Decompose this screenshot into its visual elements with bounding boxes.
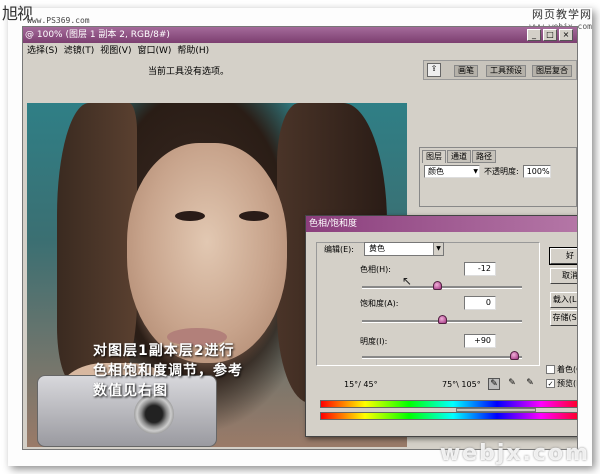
watermark-url: www.PS369.com bbox=[27, 16, 90, 25]
preview-label: 预览(P) bbox=[557, 379, 577, 388]
lightness-slider-thumb[interactable] bbox=[510, 351, 519, 360]
photo-eye-right bbox=[239, 211, 269, 221]
lightness-field[interactable]: +90 bbox=[464, 334, 496, 348]
menu-item-filter[interactable]: 滤镜(T) bbox=[64, 44, 95, 58]
preview-checkbox[interactable]: ✓ 预览(P) bbox=[546, 378, 577, 389]
layers-panel: 图层 通道 路径 颜色 ▼ 不透明度: 100% bbox=[419, 147, 577, 207]
tab-layers[interactable]: 图层 bbox=[422, 150, 446, 163]
canvas-caption: 对图层1副本层2进行 色相饱和度调节，参考 数值见右图 bbox=[93, 341, 243, 401]
minimize-button[interactable]: _ bbox=[527, 29, 541, 41]
hue-slider-thumb[interactable] bbox=[432, 281, 442, 290]
hue-field[interactable]: -12 bbox=[464, 262, 496, 276]
menu-item-view[interactable]: 视图(V) bbox=[100, 44, 131, 58]
eyedropper-plus-icon[interactable]: ✎ bbox=[506, 378, 518, 390]
tab-paths[interactable]: 路径 bbox=[472, 150, 496, 163]
tab-brushes[interactable]: 画笔 bbox=[454, 65, 478, 77]
layers-panel-tabs: 图层 通道 路径 bbox=[422, 150, 496, 163]
edit-range-value: 黄色 bbox=[369, 244, 385, 253]
photo-eye-left bbox=[175, 211, 205, 221]
menu-item-window[interactable]: 窗口(W) bbox=[137, 44, 171, 58]
save-button[interactable]: 存储(S)... bbox=[550, 310, 577, 326]
mouse-pointer-icon: ↖ bbox=[402, 274, 413, 288]
options-bar: 当前工具没有选项。 bbox=[23, 58, 423, 82]
chevron-down-icon: ▼ bbox=[433, 243, 443, 255]
caption-line-2: 色相饱和度调节，参考 bbox=[93, 363, 243, 379]
range-adjust-bar[interactable] bbox=[456, 408, 536, 412]
blend-mode-value: 颜色 bbox=[428, 167, 444, 176]
window-title: @ 100% (图层 1 副本 2, RGB/8#) bbox=[25, 30, 170, 40]
watermark-site-name: 网页教学网 bbox=[532, 8, 592, 21]
adjust-group-box bbox=[316, 242, 540, 366]
tab-channels[interactable]: 通道 bbox=[447, 150, 471, 163]
lightness-slider-track[interactable] bbox=[362, 356, 522, 359]
maximize-button[interactable]: □ bbox=[543, 29, 557, 41]
saturation-label: 饱和度(A): bbox=[360, 299, 399, 308]
hue-label: 色相(H): bbox=[360, 265, 391, 274]
caption-line-1: 对图层1副本层2进行 bbox=[93, 343, 235, 359]
window-titlebar: @ 100% (图层 1 副本 2, RGB/8#) _ □ × bbox=[23, 27, 577, 43]
saturation-slider-thumb[interactable] bbox=[438, 315, 447, 324]
edit-label: 编辑(E): bbox=[324, 245, 354, 254]
edit-range-select[interactable]: 黄色 ▼ bbox=[364, 242, 444, 256]
menu-item-select[interactable]: 选择(S) bbox=[27, 44, 58, 58]
opacity-label: 不透明度: bbox=[484, 167, 519, 176]
eyedropper-icon[interactable]: ✎ bbox=[488, 378, 500, 390]
range-left-readout: 15°/ 45° bbox=[344, 380, 378, 389]
palette-well: ⇪ 画笔 工具预设 图层复合 bbox=[423, 60, 577, 80]
colorize-checkbox-box[interactable] bbox=[546, 365, 555, 374]
lightness-label: 明度(I): bbox=[360, 337, 388, 346]
load-button[interactable]: 载入(L)... bbox=[550, 292, 577, 308]
cancel-button[interactable]: 取消 bbox=[550, 268, 577, 284]
palette-browser-icon[interactable]: ⇪ bbox=[427, 63, 441, 77]
dialog-titlebar: 色相/饱和度 × bbox=[306, 216, 577, 232]
window-controls: _ □ × bbox=[527, 29, 573, 41]
tab-layer-comps[interactable]: 图层复合 bbox=[532, 65, 572, 77]
eyedropper-minus-icon[interactable]: ✎ bbox=[524, 378, 536, 390]
colorize-label: 着色(O) bbox=[557, 365, 577, 374]
input-spectrum-bar bbox=[320, 400, 577, 408]
caption-line-3: 数值见右图 bbox=[93, 383, 168, 399]
opacity-field[interactable]: 100% bbox=[522, 165, 551, 178]
hue-slider-track[interactable] bbox=[362, 286, 522, 289]
preview-checkbox-box[interactable]: ✓ bbox=[546, 379, 555, 388]
options-message: 当前工具没有选项。 bbox=[148, 67, 230, 77]
ok-button[interactable]: 好 bbox=[549, 247, 577, 265]
menu-item-help[interactable]: 帮助(H) bbox=[177, 44, 209, 58]
tab-tool-presets[interactable]: 工具预设 bbox=[486, 65, 526, 77]
photoshop-window: @ 100% (图层 1 副本 2, RGB/8#) _ □ × 选择(S) 滤… bbox=[22, 26, 578, 450]
chevron-down-icon: ▼ bbox=[473, 168, 478, 175]
colorize-checkbox[interactable]: 着色(O) bbox=[546, 364, 577, 375]
layers-options-row: 颜色 ▼ 不透明度: 100% bbox=[424, 165, 551, 178]
hue-saturation-dialog: 色相/饱和度 × 编辑(E): 黄色 ▼ 色相(H): -12 ↖ 饱和度(A)… bbox=[305, 215, 577, 437]
dialog-title: 色相/饱和度 bbox=[309, 219, 358, 229]
blend-mode-select[interactable]: 颜色 ▼ bbox=[424, 165, 480, 178]
close-button[interactable]: × bbox=[559, 29, 573, 41]
output-spectrum-bar bbox=[320, 412, 577, 420]
menu-bar: 选择(S) 滤镜(T) 视图(V) 窗口(W) 帮助(H) bbox=[23, 44, 577, 58]
range-right-readout: 75°\ 105° bbox=[442, 380, 481, 389]
saturation-field[interactable]: 0 bbox=[464, 296, 496, 310]
watermark-bottom-right: webjx.com bbox=[439, 441, 590, 466]
